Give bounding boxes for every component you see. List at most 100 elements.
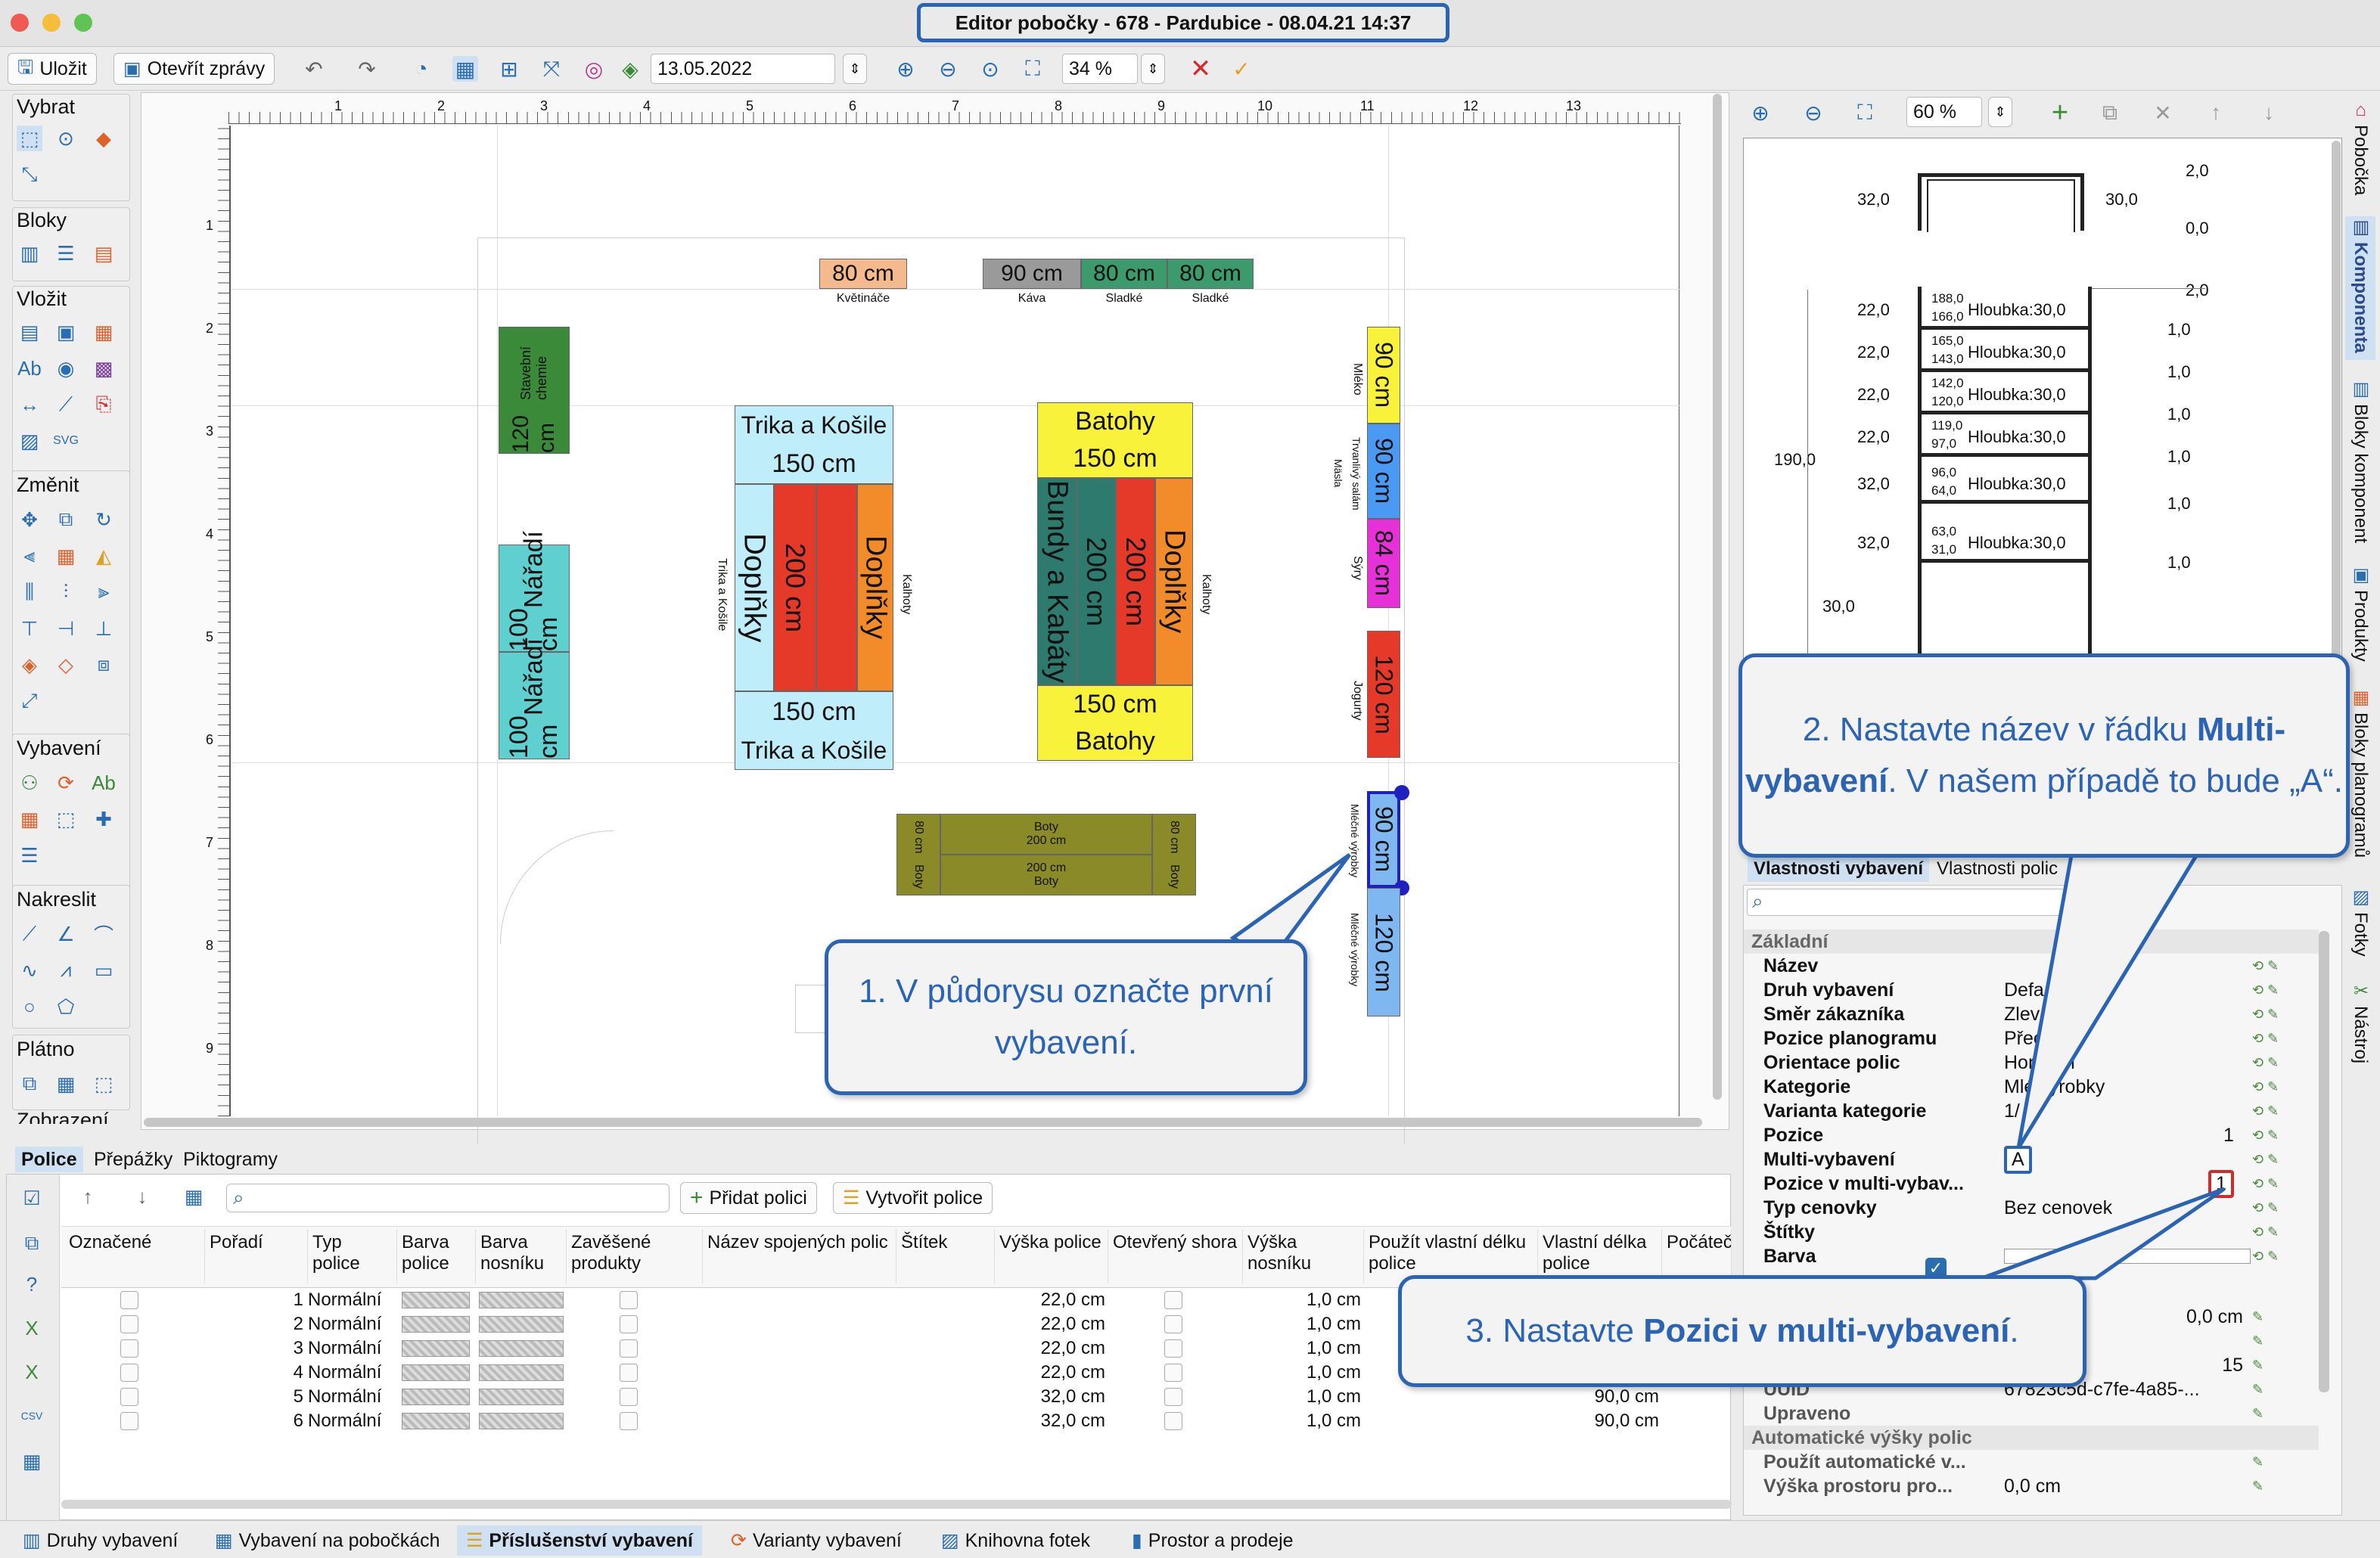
open-reports-button[interactable]: ▣ Otevřít zprávy	[113, 53, 275, 85]
arrange-icon[interactable]: ▦	[53, 543, 79, 569]
row-beam[interactable]: 1,0 cm	[1243, 1336, 1361, 1361]
tab-prislusenstvi-vybaveni[interactable]: ☰ Příslušenství vybavení	[457, 1525, 703, 1556]
canvas-grid-icon[interactable]: ⬚	[91, 1071, 117, 1097]
tab-vybaveni-na-pobockach[interactable]: ▦ Vybavení na pobočkách	[206, 1525, 449, 1556]
fixture-mlecne-1-selected[interactable]: 90 cm	[1367, 791, 1400, 888]
draw-arc-icon[interactable]: ⌒	[91, 921, 117, 947]
reset-icon[interactable]: ✎	[2252, 1358, 2263, 1373]
confirm-icon[interactable]: ✓	[1229, 56, 1254, 82]
shelf-search-input[interactable]: ⌕	[226, 1184, 670, 1212]
csv-icon[interactable]: CSV	[19, 1403, 45, 1429]
property-row[interactable]: Výška prostoru pro... 0,0 cm ✎	[1744, 1474, 2319, 1498]
row-checkbox[interactable]	[120, 1364, 138, 1382]
fixture-mleko[interactable]: 90 cm	[1367, 327, 1400, 424]
maximize-window-button[interactable]	[74, 14, 92, 32]
beam-color-swatch[interactable]	[479, 1316, 564, 1333]
open-top-checkbox[interactable]	[1164, 1315, 1182, 1333]
insert-box-icon[interactable]: ▣	[53, 319, 79, 345]
fixture-trvanlivy[interactable]: 90 cm	[1367, 424, 1400, 519]
reset-icon[interactable]: ✎	[2252, 1333, 2263, 1349]
minimize-window-button[interactable]	[42, 14, 61, 32]
checklist-icon[interactable]: ☑	[19, 1185, 45, 1211]
row-height[interactable]: 22,0 cm	[995, 1336, 1105, 1361]
row-length[interactable]: 90,0 cm	[1538, 1385, 1659, 1409]
insert-camera-icon[interactable]: ◉	[53, 355, 79, 381]
fixture-stavebni-chemie[interactable]: 120 cm Stavební chemie	[499, 327, 570, 454]
col-header[interactable]: Pořadí	[205, 1229, 308, 1283]
hanging-checkbox[interactable]	[620, 1412, 638, 1430]
zoom-stepper[interactable]: ⇕	[1141, 54, 1165, 84]
insert-fixture-icon[interactable]: ▦	[91, 319, 117, 345]
reset-icon[interactable]: ⟲ ✎	[2252, 982, 2279, 998]
reset-icon[interactable]: ⟲ ✎	[2252, 1224, 2279, 1240]
duplicate-icon[interactable]: ⧉	[2097, 100, 2123, 126]
hanging-checkbox[interactable]	[620, 1339, 638, 1358]
redo-icon[interactable]: ↷	[354, 56, 380, 82]
tab-piktogramy[interactable]: Piktogramy	[177, 1147, 284, 1172]
move-up-icon[interactable]: ↑	[75, 1184, 101, 1209]
canvas-edit-icon[interactable]: ▦	[53, 1071, 79, 1097]
fixture-naradi-2[interactable]: 100 cm Nářadí	[499, 638, 570, 759]
beam-color-swatch[interactable]	[479, 1413, 564, 1429]
reset-icon[interactable]: ⟲ ✎	[2252, 1103, 2279, 1119]
tab-prepazky[interactable]: Přepážky	[88, 1147, 179, 1172]
insert-dimension-icon[interactable]: ↔	[17, 392, 42, 417]
undo-icon[interactable]: ↶	[301, 56, 327, 82]
row-type[interactable]: Normální	[308, 1312, 397, 1336]
select-path-icon[interactable]: ⤡	[17, 162, 42, 188]
fixture-jogurty[interactable]: 120 cm	[1367, 631, 1400, 758]
selection-handle[interactable]	[1394, 785, 1409, 800]
reset-icon[interactable]: ⟲ ✎	[2252, 1176, 2279, 1192]
layers-icon[interactable]: ◈	[617, 56, 643, 82]
align-top-icon[interactable]: ⊤	[17, 616, 42, 641]
insert-calc-icon[interactable]: ▩	[91, 355, 117, 381]
fixture-abc-icon[interactable]: Ab	[91, 770, 117, 796]
row-beam[interactable]: 1,0 cm	[1243, 1288, 1361, 1312]
insert-svg-icon[interactable]: SVG	[53, 428, 79, 454]
excel-export-icon[interactable]: X	[19, 1315, 45, 1341]
side-tab-nastroj[interactable]: ✂ Nástroj	[2345, 980, 2375, 1078]
add-shelf-button[interactable]: + Přidat polici	[680, 1182, 817, 1214]
row-beam[interactable]: 1,0 cm	[1243, 1385, 1361, 1409]
property-row[interactable]: Upraveno ✎	[1744, 1401, 2319, 1426]
tab-knihovna-fotek[interactable]: ▨ Knihovna fotek	[932, 1525, 1099, 1556]
fixture-sladke-2[interactable]: 80 cm	[1167, 259, 1254, 289]
grid-toggle-icon[interactable]: ▦	[452, 56, 478, 82]
fixture-kava[interactable]: 90 cm	[983, 259, 1081, 289]
copy-shelf-icon[interactable]: ⧉	[19, 1231, 45, 1256]
reset-icon[interactable]: ⟲ ✎	[2252, 1249, 2279, 1265]
insert-shelf-icon[interactable]: ▤	[17, 319, 42, 345]
reset-icon[interactable]: ⟲ ✎	[2252, 1007, 2279, 1023]
zoom-out-icon[interactable]: ⊖	[1801, 100, 1826, 126]
fixture-sladke-1[interactable]: 80 cm	[1081, 259, 1167, 289]
shelf-color-swatch[interactable]	[402, 1389, 470, 1405]
row-type[interactable]: Normální	[308, 1288, 397, 1312]
fixture-red-shelf[interactable]	[816, 484, 857, 691]
distribute-v-icon[interactable]: ⫶	[53, 579, 79, 605]
connect-icon[interactable]: ⤧	[539, 56, 564, 82]
reset-icon[interactable]: ⟲ ✎	[2252, 1128, 2279, 1144]
align-bottom-icon[interactable]: ⊥	[91, 616, 117, 641]
align-left-icon[interactable]: ⫷	[17, 543, 42, 569]
fixture-add-icon[interactable]: ✚	[91, 806, 117, 832]
reset-icon[interactable]: ✎	[2252, 1309, 2263, 1325]
insert-text-icon[interactable]: Ab	[17, 355, 42, 381]
select-icon[interactable]: ⬚	[17, 126, 42, 151]
side-tab-pobocka[interactable]: ⌂ Pobočka	[2345, 100, 2375, 209]
reset-icon[interactable]: ⟲ ✎	[2252, 1031, 2279, 1047]
open-top-checkbox[interactable]	[1164, 1388, 1182, 1406]
fixture-200-c[interactable]: 200 cm	[1116, 478, 1155, 685]
fixture-200-b[interactable]: 200 cm	[1077, 478, 1116, 685]
row-checkbox[interactable]	[120, 1315, 138, 1333]
insert-pdf-icon[interactable]: ⎘	[91, 392, 117, 417]
save-button[interactable]: 🖫 Uložit	[8, 53, 97, 85]
measure-icon[interactable]: ◔	[409, 56, 434, 82]
distribute-h-icon[interactable]: ⫼	[17, 579, 42, 605]
col-header[interactable]: Výška nosníku	[1243, 1229, 1364, 1283]
fixture-boty-top[interactable]: Boty 200 cm	[940, 814, 1152, 855]
row-beam[interactable]: 1,0 cm	[1243, 1312, 1361, 1336]
row-height[interactable]: 22,0 cm	[995, 1288, 1105, 1312]
row-type[interactable]: Normální	[308, 1385, 397, 1409]
fixture-doplnky-2[interactable]: Doplňky	[857, 484, 893, 691]
delete-icon[interactable]: ✕	[2150, 100, 2176, 126]
